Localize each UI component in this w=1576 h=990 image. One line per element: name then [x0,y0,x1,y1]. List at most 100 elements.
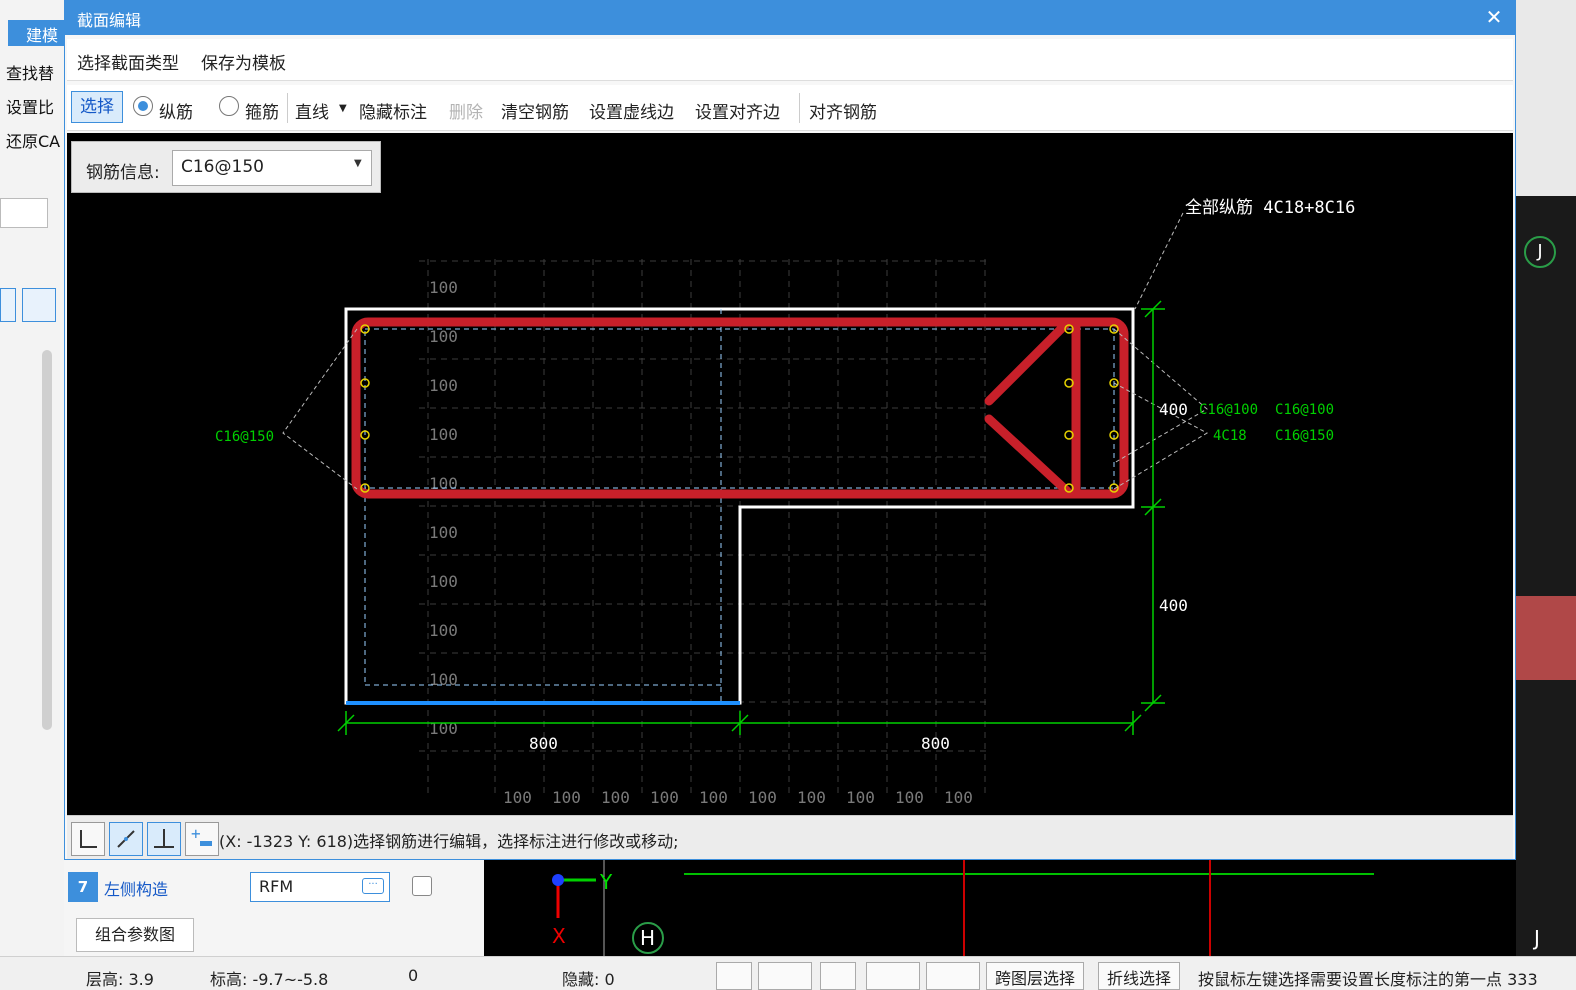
left-stirrup-label: C16@150 [215,429,274,445]
clear-rebar-button[interactable]: 清空钢筋 [501,98,569,123]
line-tool-button[interactable]: 直线 [295,98,329,123]
grid-labels-horizontal: 100 100 100 100 100 100 100 100 100 100 [503,788,973,807]
wall-segment [1516,596,1576,680]
menu-save-as-template[interactable]: 保存为模板 [201,49,286,74]
ortho-snap-icon[interactable] [71,822,105,856]
angle-snap-icon[interactable] [866,962,920,990]
svg-text:100: 100 [748,788,777,807]
svg-text:100: 100 [429,278,458,297]
perpendicular-snap-icon[interactable] [147,822,181,856]
dialog-menubar: 选择截面类型 保存为模板 [67,39,1513,81]
line-dropdown-chevron-icon[interactable]: ▼ [339,103,347,114]
property-label-left-structure: 左侧构造 [104,880,169,899]
svg-text:100: 100 [699,788,728,807]
chevron-down-icon[interactable]: ▼ [354,158,362,169]
dimension-horizontal-right: 800 [921,734,950,753]
background-grid [419,259,987,793]
rebar-info-label: 钢筋信息: [86,163,160,183]
grid-labels-vertical: 100 100 100 100 100 100 100 100 100 100 [429,278,458,738]
dialog-toolbar: 选择 纵筋 箍筋 直线 ▼ 隐藏标注 删除 清空钢筋 设置虚线边 设置对齐边 对… [67,85,1513,131]
add-dimension-icon[interactable]: + [185,822,219,856]
side-item-find-replace[interactable]: 查找替 [6,60,54,84]
svg-text:100: 100 [944,788,973,807]
delete-button[interactable]: 删除 [449,98,483,123]
svg-text:100: 100 [429,327,458,346]
side-item-set-scale[interactable]: 设置比 [6,94,54,118]
svg-text:100: 100 [429,376,458,395]
svg-text:100: 100 [650,788,679,807]
stirrup-radio[interactable] [219,96,239,116]
longitudinal-label: 纵筋 [159,103,193,123]
axis-x-label: X [552,924,566,948]
snap-box-icon[interactable] [758,962,812,990]
main-drawing-area [484,858,1516,956]
svg-text:100: 100 [503,788,532,807]
all-longitudinal-label: 全部纵筋 4C18+8C16 [1185,198,1355,218]
axis-bubble-h: H [640,926,656,950]
dimension-vertical-lower: 400 [1159,596,1188,615]
right-dimension-400: 400 [1159,400,1188,419]
svg-text:100: 100 [429,425,458,444]
right-drawing-area [1516,196,1576,956]
section-canvas[interactable]: 100 100 100 100 100 100 100 100 100 100 … [67,133,1513,815]
list-view-icon[interactable] [0,288,16,322]
orthogonal-icon[interactable] [716,962,752,990]
dialog-titlebar[interactable]: 截面编辑 ✕ [65,1,1515,35]
stirrup-label-c16-150: C16@150 [1275,428,1334,444]
longitudinal-label-4c18: 4C18 [1213,428,1247,444]
svg-text:100: 100 [429,572,458,591]
axis-bubble-j-bottom: J [1534,926,1540,950]
count-text: 0 [408,966,419,985]
cross-layer-select-button[interactable]: 跨图层选择 [986,962,1085,990]
cross-icon[interactable] [820,962,856,990]
floor-height-text: 层高: 3.9 [86,970,154,989]
endpoint-snap-icon[interactable] [109,822,143,856]
form-view-icon[interactable] [22,288,56,322]
stirrup-label-c16-100-b: C16@100 [1275,402,1334,418]
dimension-horizontal-left: 800 [529,734,558,753]
svg-text:100: 100 [552,788,581,807]
select-tool-button[interactable]: 选择 [71,91,123,123]
svg-text:100: 100 [895,788,924,807]
status-message: (X: -1323 Y: 618)选择钢筋进行编辑，选择标注进行修改或移动; [219,832,679,851]
add-dimension-icon[interactable] [926,962,980,990]
set-dashed-edge-button[interactable]: 设置虚线边 [589,98,674,123]
floor-dropdown[interactable] [0,198,48,228]
hidden-count-text: 隐藏: 0 [562,970,615,989]
svg-text:+: + [191,824,201,843]
close-button[interactable]: ✕ [1479,3,1509,33]
axis-y-label: Y [600,870,613,894]
longitudinal-radio[interactable] [133,96,153,116]
combined-parameter-button[interactable]: 组合参数图 [76,918,194,952]
menu-select-section-type[interactable]: 选择截面类型 [77,49,179,74]
property-row-number: 7 [68,872,98,902]
panel-scrollbar[interactable] [42,350,52,730]
stirrup-label-c16-100-a: C16@100 [1199,402,1258,418]
axis-bubble-j-top: J [1524,236,1556,268]
toolbar-divider [799,93,800,123]
svg-text:100: 100 [429,523,458,542]
rebar-info-select[interactable]: C16@150 [172,150,372,186]
svg-text:100: 100 [429,670,458,689]
set-align-edge-button[interactable]: 设置对齐边 [695,98,780,123]
leader-lines [282,212,1209,490]
align-rebar-button[interactable]: 对齐钢筋 [809,98,877,123]
dialog-status-bar: + (X: -1323 Y: 618)选择钢筋进行编辑，选择标注进行修改或移动; [67,815,1513,859]
stirrup-label: 箍筋 [245,103,279,123]
hide-dimension-button[interactable]: 隐藏标注 [359,98,427,123]
side-item-restore-cad[interactable]: 还原CA [6,128,60,152]
dialog-title: 截面编辑 [77,11,142,30]
module-tab-modeling[interactable]: 建模 [8,20,68,46]
more-options-icon[interactable]: ··· [362,878,384,894]
section-edit-dialog: 截面编辑 ✕ 选择截面类型 保存为模板 选择 纵筋 箍筋 直线 ▼ 隐藏标注 删… [64,0,1516,860]
svg-text:100: 100 [601,788,630,807]
property-checkbox[interactable] [412,876,432,896]
rebar-info-panel: 钢筋信息: C16@150 ▼ [71,141,381,193]
svg-text:100: 100 [797,788,826,807]
svg-text:100: 100 [429,719,458,738]
right-toolbar-area [1516,0,1576,196]
toolbar-divider [287,93,288,123]
elevation-text: 标高: -9.7~-5.8 [210,970,329,989]
app-hint-text: 按鼠标左键选择需要设置长度标注的第一点 333 [1198,970,1538,989]
polyline-select-button[interactable]: 折线选择 [1098,962,1181,990]
